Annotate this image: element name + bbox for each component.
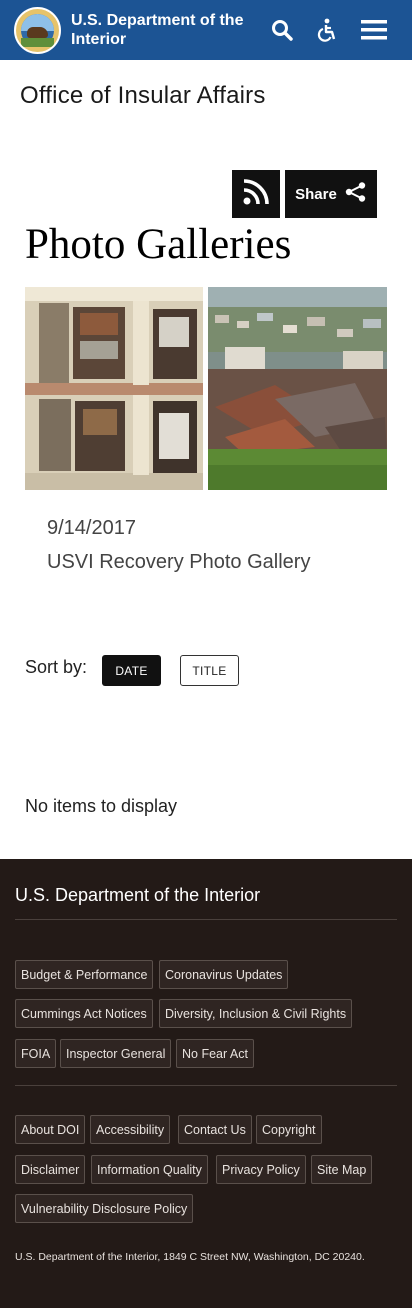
rss-icon [243, 178, 269, 210]
accessibility-icon [315, 18, 337, 42]
brand-line-1: U.S. Department of the [71, 12, 244, 29]
footer-address: U.S. Department of the Interior, 1849 C … [15, 1251, 365, 1263]
footer-divider [15, 919, 397, 920]
footer-link-privacy[interactable]: Privacy Policy [216, 1155, 306, 1184]
footer-link-site-map[interactable]: Site Map [311, 1155, 373, 1184]
footer-link-vulnerability[interactable]: Vulnerability Disclosure Policy [15, 1194, 194, 1223]
search-button[interactable] [264, 12, 300, 48]
office-name[interactable]: Office of Insular Affairs [20, 82, 266, 110]
hamburger-menu-icon [361, 19, 387, 41]
site-footer: U.S. Department of the Interior Budget &… [0, 859, 412, 1308]
gallery-photo [25, 287, 387, 490]
footer-link-coronavirus[interactable]: Coronavirus Updates [159, 960, 289, 989]
seal-ground [21, 38, 54, 47]
site-brand-link[interactable]: U.S. Department of the Interior [71, 11, 256, 49]
page-title: Photo Galleries [25, 221, 292, 268]
footer-link-disclaimer[interactable]: Disclaimer [15, 1155, 86, 1184]
sort-title-button[interactable]: TITLE [180, 655, 239, 686]
footer-title[interactable]: U.S. Department of the Interior [15, 885, 260, 906]
empty-results-message: No items to display [25, 796, 178, 816]
gallery-thumbnail[interactable] [25, 287, 387, 490]
doi-seal-logo[interactable] [14, 7, 61, 54]
menu-button[interactable] [356, 12, 392, 48]
gallery-title-link[interactable]: USVI Recovery Photo Gallery [47, 551, 310, 574]
footer-link-diversity[interactable]: Diversity, Inclusion & Civil Rights [159, 999, 353, 1028]
footer-link-budget[interactable]: Budget & Performance [15, 960, 154, 989]
footer-link-inspector-general[interactable]: Inspector General [60, 1039, 172, 1068]
site-header: U.S. Department of the Interior [0, 0, 412, 60]
seal-emblem [21, 14, 54, 47]
footer-link-information-quality[interactable]: Information Quality [91, 1155, 208, 1184]
share-button[interactable]: Share [285, 170, 377, 218]
footer-link-cummings[interactable]: Cummings Act Notices [15, 999, 153, 1028]
footer-divider [15, 1085, 397, 1086]
brand-line-2: Interior [71, 31, 127, 48]
search-icon [271, 19, 293, 41]
share-label: Share [295, 185, 337, 203]
gallery-date: 9/14/2017 [47, 517, 136, 539]
footer-link-no-fear-act[interactable]: No Fear Act [176, 1039, 254, 1068]
seal-bison [27, 27, 48, 38]
footer-link-about[interactable]: About DOI [15, 1115, 86, 1144]
footer-link-copyright[interactable]: Copyright [256, 1115, 322, 1144]
rss-button[interactable] [232, 170, 280, 218]
sort-date-button[interactable]: DATE [102, 655, 161, 686]
footer-link-foia[interactable]: FOIA [15, 1039, 57, 1068]
footer-link-contact[interactable]: Contact Us [178, 1115, 252, 1144]
accessibility-button[interactable] [308, 12, 344, 48]
footer-link-accessibility[interactable]: Accessibility [90, 1115, 171, 1144]
sort-label: Sort by: [25, 657, 88, 677]
share-icon [345, 182, 367, 206]
